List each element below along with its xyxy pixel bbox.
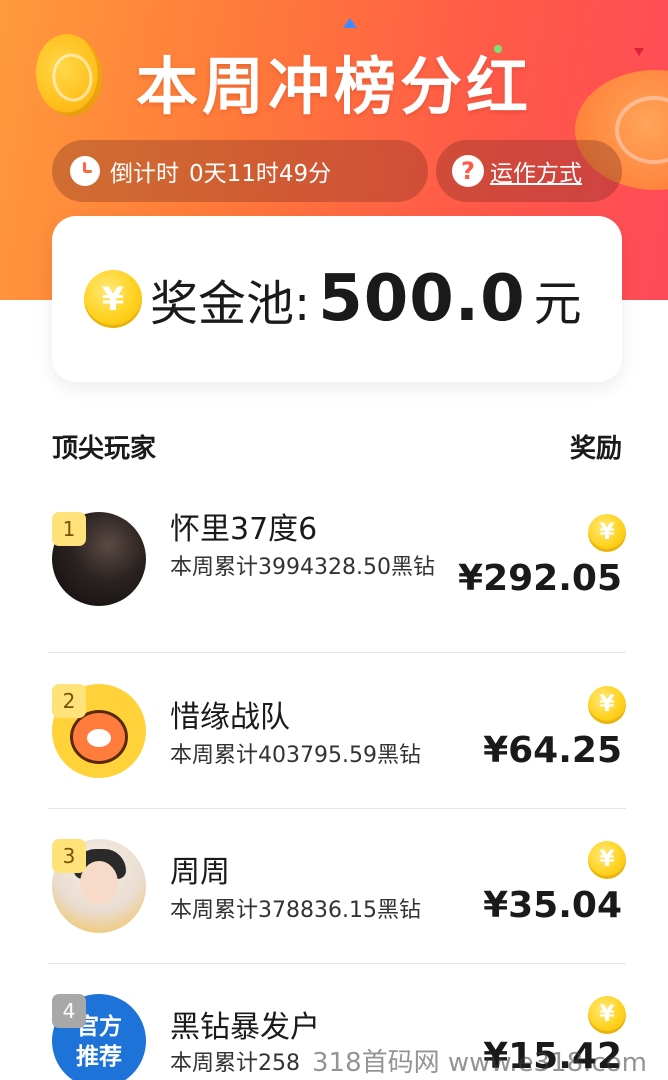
rank-badge: 2 [52, 684, 86, 718]
triangle-decoration-icon [343, 18, 357, 28]
prize-pool-amount: 500.0 [318, 262, 526, 336]
how-it-works-link[interactable]: 运作方式 [490, 154, 582, 188]
reward-amount: ¥64.25 [483, 730, 622, 771]
leaderboard-header: 顶尖玩家 奖励 [52, 428, 622, 465]
countdown-pill: 倒计时 0天11时49分 [52, 140, 428, 202]
cartoon-face-icon [70, 710, 128, 764]
watermark: 318首码网 www.e318.com [312, 1048, 647, 1078]
player-stat: 本周累计378836.15黑钻 [170, 898, 421, 923]
reward-amount: ¥35.04 [483, 885, 622, 926]
player-stat: 本周累计403795.59黑钻 [170, 743, 421, 768]
gold-coin-icon: ¥ [588, 514, 626, 552]
player-name[interactable]: 周周 [170, 847, 230, 891]
player-name[interactable]: 惜缘战队 [170, 692, 290, 736]
prize-pool-label: 奖金池: [150, 276, 311, 332]
clock-icon [70, 156, 100, 186]
reward-heading: 奖励 [569, 434, 622, 464]
player-name[interactable]: 怀里37度6 [170, 504, 317, 548]
rank-badge: 3 [52, 839, 86, 873]
leaderboard-row[interactable]: 3 周周 本周累计378836.15黑钻 ¥ ¥35.04 [48, 809, 626, 964]
countdown-value: 0天11时49分 [189, 161, 332, 187]
help-icon: ? [452, 155, 484, 187]
prize-pool-card: ¥ 奖金池: 500.0 元 [52, 216, 622, 382]
avatar-text: 推荐 [76, 1044, 122, 1070]
rank-badge: 4 [52, 994, 86, 1028]
prize-pool-unit: 元 [533, 276, 582, 332]
player-name[interactable]: 黑钻暴发户 [170, 1002, 320, 1046]
gold-coin-icon: ¥ [588, 841, 626, 879]
leaderboard-row[interactable]: 2 惜缘战队 本周累计403795.59黑钻 ¥ ¥64.25 [48, 654, 626, 809]
page-title: 本周冲榜分红 [135, 50, 532, 123]
countdown-label: 倒计时 [110, 161, 179, 187]
top-players-heading: 顶尖玩家 [52, 434, 157, 464]
leaderboard-row[interactable]: 1 怀里37度6 本周累计3994328.50黑钻 ¥ ¥292.05 [48, 498, 626, 653]
how-it-works-button[interactable]: ? 运作方式 [436, 140, 622, 202]
gold-coin-icon: ¥ [588, 996, 626, 1034]
reward-amount: ¥292.05 [458, 558, 622, 599]
player-stat: 本周累计3994328.50黑钻 [170, 555, 435, 580]
gold-coin-icon: ¥ [588, 686, 626, 724]
rank-badge: 1 [52, 512, 86, 546]
gold-coin-icon: ¥ [84, 270, 142, 328]
